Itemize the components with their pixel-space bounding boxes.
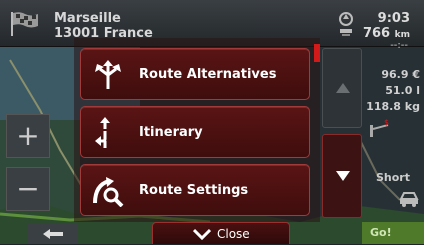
back-button[interactable] bbox=[28, 224, 78, 244]
chevron-down-icon bbox=[193, 228, 211, 240]
plus-icon: + bbox=[16, 119, 40, 152]
arrow-left-icon bbox=[43, 229, 63, 239]
scroll-up-button[interactable] bbox=[322, 48, 362, 128]
route-fuel: 51.0 l bbox=[385, 84, 420, 97]
route-alternatives-button[interactable]: Route Alternatives bbox=[80, 48, 310, 100]
itinerary-button[interactable]: Itinerary bbox=[80, 106, 310, 158]
route-settings-button[interactable]: Route Settings bbox=[80, 164, 310, 216]
minus-icon: − bbox=[16, 172, 40, 205]
route-alternatives-label: Route Alternatives bbox=[139, 67, 277, 82]
arrival-time: 9:03 bbox=[377, 11, 410, 26]
itinerary-icon bbox=[95, 117, 110, 148]
go-button[interactable]: Go! bbox=[362, 222, 424, 244]
scrollbar-track[interactable] bbox=[314, 40, 320, 220]
car-icon bbox=[399, 192, 419, 207]
destination-city: Marseille bbox=[54, 11, 121, 26]
itinerary-label: Itinerary bbox=[139, 125, 203, 140]
route-settings-label: Route Settings bbox=[139, 183, 249, 198]
route-menu-panel: Route Alternatives Itinerary Route Setti… bbox=[74, 38, 320, 222]
triangle-up-icon bbox=[336, 83, 350, 93]
route-alternatives-icon bbox=[95, 60, 121, 89]
route-cost: 96.9 € bbox=[381, 68, 420, 81]
eta-placeholder: --:-- bbox=[390, 40, 408, 51]
route-emission: 118.8 kg bbox=[366, 100, 420, 113]
route-settings-icon bbox=[93, 177, 124, 207]
route-type-label: Short bbox=[376, 171, 410, 184]
scrollbar-thumb[interactable] bbox=[314, 44, 320, 62]
close-label: Close bbox=[217, 227, 250, 241]
zoom-in-button[interactable]: + bbox=[6, 114, 50, 158]
toll-road-icon: $ bbox=[370, 119, 389, 137]
zoom-out-button[interactable]: − bbox=[6, 167, 50, 211]
triangle-down-icon bbox=[336, 171, 350, 181]
scroll-down-button[interactable] bbox=[322, 134, 362, 218]
checkered-flag-icon bbox=[11, 12, 38, 36]
close-button[interactable]: Close bbox=[152, 222, 290, 244]
svg-text:$: $ bbox=[384, 119, 389, 127]
gps-satellite-icon bbox=[339, 12, 353, 36]
